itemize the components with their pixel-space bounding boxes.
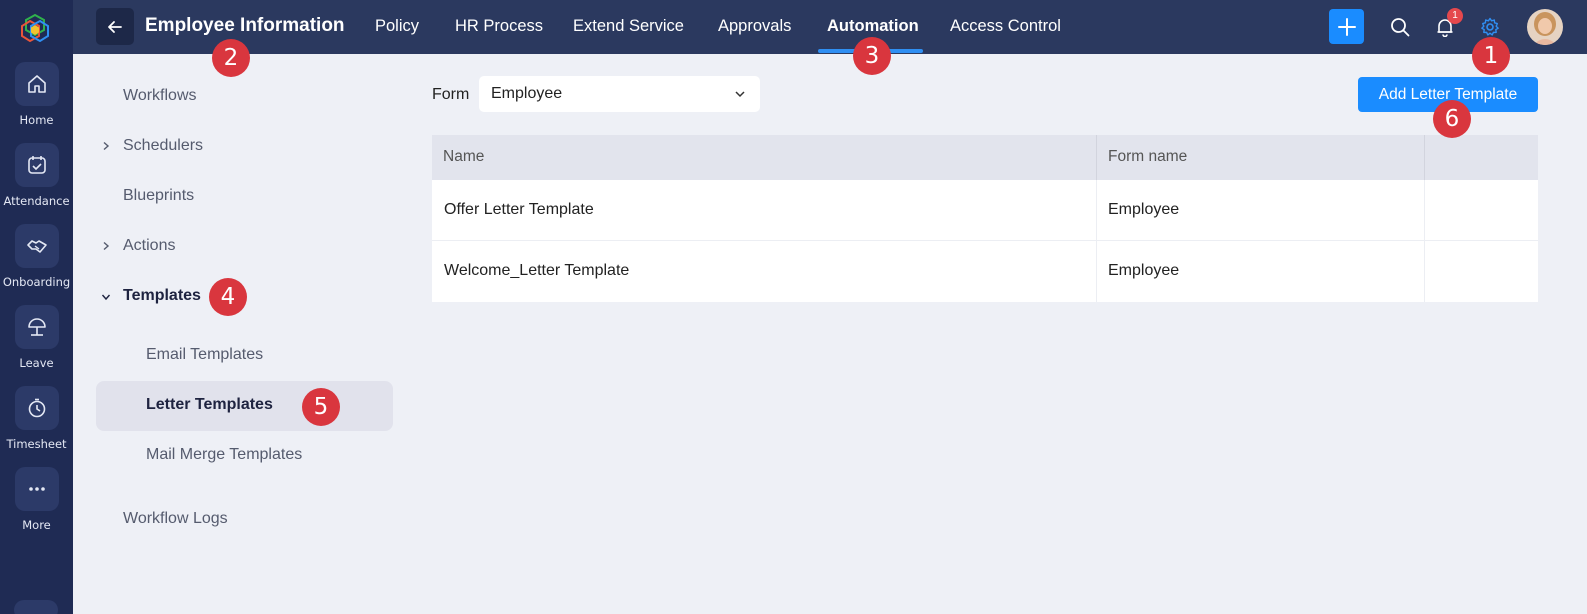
- nav-item-schedulers[interactable]: Schedulers: [123, 137, 203, 155]
- nav-item-mail-merge-templates[interactable]: Mail Merge Templates: [146, 446, 302, 464]
- templates-table: Name Form name Offer Letter Template Emp…: [432, 135, 1538, 302]
- cell-template-name[interactable]: Offer Letter Template: [444, 201, 594, 219]
- rail-label: Onboarding: [2, 275, 71, 289]
- rail-label: Leave: [19, 356, 54, 370]
- search-button[interactable]: [1387, 14, 1413, 40]
- step-marker-3: 3: [853, 37, 891, 75]
- nav-item-actions[interactable]: Actions: [123, 237, 175, 255]
- rail-label: Attendance: [3, 194, 70, 208]
- form-filter-label: Form: [432, 86, 470, 103]
- rail-item-leave[interactable]: Leave: [0, 305, 73, 370]
- rail-label: Home: [19, 113, 54, 127]
- user-avatar[interactable]: [1527, 9, 1563, 45]
- chevron-down-icon[interactable]: [101, 292, 111, 302]
- tab-access-control[interactable]: Access Control: [950, 17, 1061, 36]
- tab-policy[interactable]: Policy: [375, 17, 419, 36]
- nav-item-email-templates[interactable]: Email Templates: [146, 346, 263, 364]
- app-logo-icon[interactable]: [20, 12, 50, 42]
- cell-template-name[interactable]: Welcome_Letter Template: [444, 262, 629, 280]
- chevron-right-icon[interactable]: [101, 241, 111, 251]
- nav-item-letter-templates[interactable]: Letter Templates: [146, 396, 273, 414]
- avatar-photo-icon: [1527, 9, 1563, 45]
- step-marker-2: 2: [212, 39, 250, 77]
- table-row[interactable]: Offer Letter Template Employee: [432, 180, 1538, 241]
- stopwatch-icon: [28, 398, 45, 418]
- tab-hr-process[interactable]: HR Process: [455, 17, 543, 36]
- column-divider: [1096, 135, 1097, 180]
- step-marker-5: 5: [302, 388, 340, 426]
- arrow-left-icon: [108, 20, 122, 33]
- rail-label: Timesheet: [6, 437, 67, 451]
- umbrella-icon: [27, 318, 46, 336]
- form-select-value: Employee: [491, 85, 563, 102]
- chevron-down-icon: [735, 91, 745, 98]
- handshake-icon: [26, 240, 47, 253]
- search-icon: [1391, 18, 1410, 37]
- tab-automation[interactable]: Automation: [827, 17, 919, 36]
- nav-item-templates[interactable]: Templates: [123, 287, 201, 305]
- notification-badge: 1: [1447, 8, 1463, 24]
- step-marker-1: 1: [1472, 37, 1510, 75]
- column-divider: [1096, 241, 1097, 302]
- form-select[interactable]: Employee: [479, 76, 760, 112]
- cell-form-name: Employee: [1108, 262, 1180, 279]
- more-dots-icon: [28, 487, 45, 491]
- step-marker-4: 4: [209, 278, 247, 316]
- table-row[interactable]: Welcome_Letter Template Employee: [432, 241, 1538, 302]
- nav-item-blueprints[interactable]: Blueprints: [123, 187, 194, 205]
- tab-extend-service[interactable]: Extend Service: [573, 17, 684, 36]
- rail-item-home[interactable]: Home: [0, 62, 73, 127]
- rail-item-timesheet[interactable]: Timesheet: [0, 386, 73, 451]
- column-divider: [1424, 180, 1425, 241]
- nav-item-workflow-logs[interactable]: Workflow Logs: [123, 510, 228, 528]
- tab-approvals[interactable]: Approvals: [718, 17, 791, 36]
- calendar-check-icon: [27, 156, 46, 174]
- plus-icon: [1337, 17, 1356, 36]
- column-header-form-name: Form name: [1108, 148, 1188, 165]
- back-button[interactable]: [96, 8, 134, 45]
- rail-item-onboarding[interactable]: Onboarding: [0, 224, 73, 289]
- rail-item-more[interactable]: More: [0, 467, 73, 532]
- home-icon: [27, 75, 46, 93]
- page-title: Employee Information: [145, 15, 345, 36]
- table-header: Name Form name: [432, 135, 1538, 180]
- gear-icon: [1481, 17, 1499, 36]
- column-divider: [1424, 241, 1425, 302]
- step-marker-6: 6: [1433, 100, 1471, 138]
- column-divider: [1424, 135, 1425, 180]
- column-divider: [1096, 180, 1097, 241]
- chevron-right-icon[interactable]: [101, 141, 111, 151]
- rail-item-partial[interactable]: [14, 600, 58, 614]
- rail-label: More: [22, 518, 51, 532]
- add-button[interactable]: [1329, 9, 1364, 44]
- nav-item-workflows[interactable]: Workflows: [123, 87, 197, 105]
- app-rail: Home Attendance Onboarding Leave Timeshe…: [0, 0, 73, 614]
- rail-item-attendance[interactable]: Attendance: [0, 143, 73, 208]
- top-bar: Employee Information Policy HR Process E…: [73, 0, 1587, 54]
- column-header-name: Name: [443, 148, 485, 165]
- cell-form-name: Employee: [1108, 201, 1180, 218]
